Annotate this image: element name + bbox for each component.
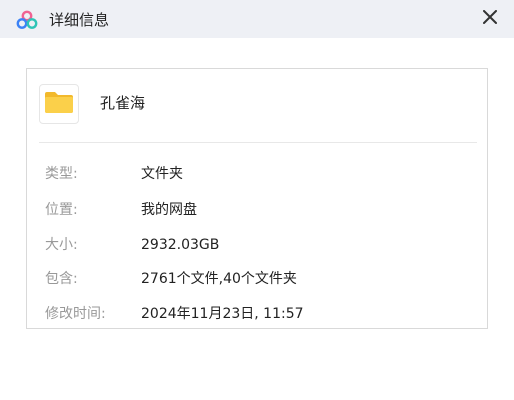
contains-label: 包含: (45, 271, 78, 287)
close-button[interactable] (476, 4, 504, 32)
divider (39, 142, 477, 143)
detail-row-contains: 包含: 2761个文件,40个文件夹 (27, 267, 487, 291)
type-value: 文件夹 (141, 166, 183, 182)
file-header: 孔雀海 (27, 69, 487, 141)
size-value: 2932.03GB (141, 237, 220, 253)
close-icon (483, 9, 497, 28)
size-label: 大小: (45, 237, 78, 253)
location-value: 我的网盘 (141, 202, 197, 218)
location-label: 位置: (45, 202, 78, 218)
cloud-logo-icon (16, 10, 38, 30)
modified-label: 修改时间: (45, 306, 106, 322)
contains-value: 2761个文件,40个文件夹 (141, 271, 297, 287)
folder-icon (44, 90, 74, 118)
type-label: 类型: (45, 166, 78, 182)
folder-thumbnail (39, 84, 79, 124)
window-title: 详细信息 (49, 11, 110, 29)
details-card: 孔雀海 类型: 文件夹 位置: 我的网盘 大小: 2932.03GB 包含: 2… (26, 68, 488, 329)
detail-row-modified: 修改时间: 2024年11月23日, 11:57 (27, 302, 487, 326)
title-bar: 详细信息 (0, 0, 514, 38)
detail-row-location: 位置: 我的网盘 (27, 198, 487, 222)
detail-row-type: 类型: 文件夹 (27, 162, 487, 186)
modified-value: 2024年11月23日, 11:57 (141, 306, 304, 322)
file-name: 孔雀海 (100, 94, 146, 112)
detail-row-size: 大小: 2932.03GB (27, 233, 487, 257)
